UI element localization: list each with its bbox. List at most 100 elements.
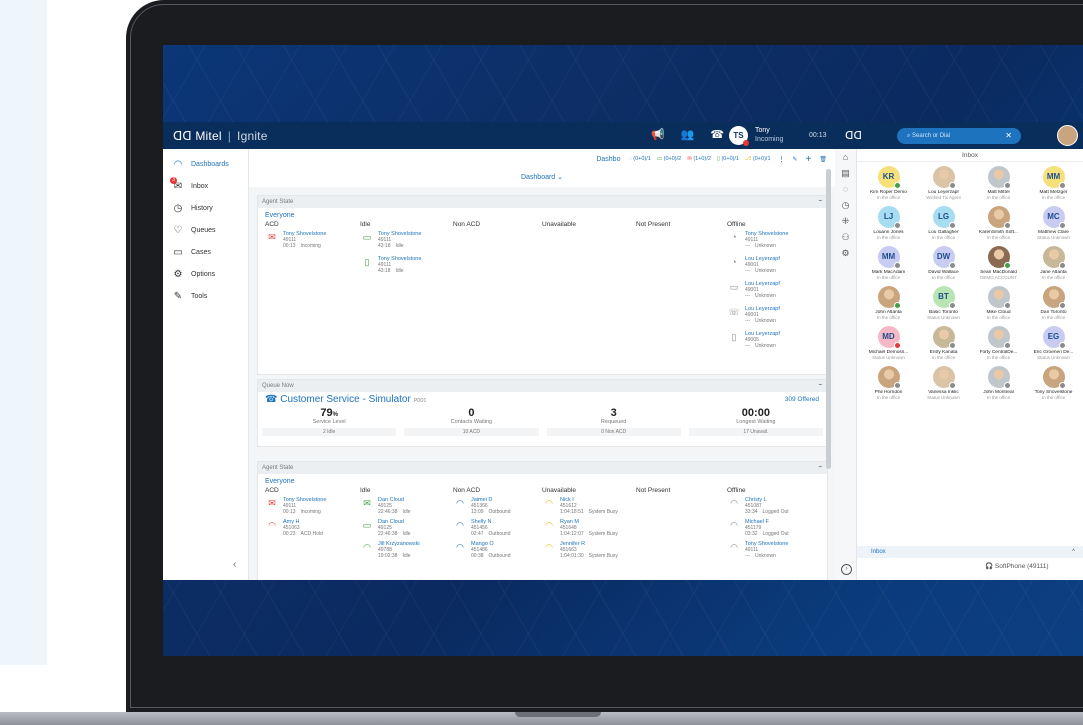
contact-card[interactable]: BT Basic Toronto Status Unknown [916,286,971,320]
agent-state: System Busy [588,509,618,515]
agent-card[interactable]: ◠ Mango O 451486 00:38 Outbound [453,541,510,559]
collapse-sidebar-icon[interactable]: ‹ [233,559,236,570]
agent-card[interactable]: ▭ Lou Leyerzapf 49001 --- Unknown [727,281,780,299]
contact-card[interactable]: LG Lou Gallagher In the office [916,206,971,240]
contact-avatar [932,366,956,389]
contacts-icon[interactable]: 👥 [681,128,695,141]
settings-icon[interactable]: ⚙ [835,245,856,261]
contact-card[interactable]: MD Michael Demoss... Status Unknown [861,326,916,360]
sidebar-item-label: History [191,204,213,212]
contact-card[interactable]: DW David Wallace In the office [916,246,971,280]
queue-counter[interactable]: ✉ (1+0)/2 [687,156,711,162]
agent-card[interactable]: ▯ Tony Shovelstone 49111 43:18 Idle [360,256,422,274]
minimize-icon[interactable]: – [819,379,822,391]
sidebar-item-history[interactable]: ◷ History [163,197,248,219]
inbox-footer[interactable]: Inbox ^ [857,546,1083,558]
contact-card[interactable]: MC Matthew Clare Status Unknown [1026,206,1081,240]
agent-card[interactable]: ◠ Tony Shovelstone 49111 --- Unknown [727,541,788,559]
queue-title[interactable]: ☎ Customer Service - Simulator P001 [258,392,827,405]
minimize-icon[interactable]: – [819,195,822,207]
contact-card[interactable]: Forty CentralDe... In the office [971,326,1026,360]
contact-card[interactable]: John Montreal In the office [971,366,1026,400]
dashboard-selector[interactable]: Dashboard ⌄ [249,169,835,187]
add-icon[interactable]: + [806,154,812,165]
agent-card[interactable]: ◠ Nick I 451612 1:04:18:51 System Busy [542,497,618,515]
megaphone-icon[interactable]: 📢 [651,128,665,141]
queue-counter[interactable]: ▭ (0+0)/2 [657,156,681,162]
agent-card[interactable]: ◠ Christy L 451087 33:34 Logged Out [727,497,789,515]
document-icon[interactable]: ▤ [835,165,856,181]
top-bar-icons: 📢 👥 ☎ [651,128,724,141]
agent-card[interactable]: ◠ Jill Krzyzanowski 49788 19:02:38 Idle [360,541,420,559]
agent-status-icon: ◠ [456,520,464,530]
sidebar-item-dashboards[interactable]: ◠ Dashboards [163,153,248,175]
search-input[interactable]: ⌕ Search or Dial ✕ [897,128,1021,144]
agent-card[interactable]: ✉ Tony Shovelstone 49111 00:13 Incoming [265,231,326,249]
contact-card[interactable]: Sean MacDonald DEMO ACCOUNT [971,246,1026,280]
queue-counter[interactable]: ◌ (0+0)/1 [628,156,650,162]
expand-icon[interactable]: › [841,564,852,575]
contact-card[interactable]: Entry Kanata In the office [916,326,971,360]
minimize-icon[interactable]: – [819,461,822,473]
history-icon[interactable]: ◷ [835,197,856,213]
agent-info: Nick I 451612 1:04:18:51 System Busy [560,497,618,515]
user-avatar[interactable]: TS [729,126,749,146]
presence-dot [893,222,901,229]
chat-icon[interactable]: ◌ [835,181,856,197]
contact-card[interactable]: Jane Atlanta In the office [1026,246,1081,280]
contact-card[interactable]: EG Eric Groenen De... Status Unknown [1026,326,1081,360]
close-icon[interactable]: ✕ [1005,128,1012,144]
contact-avatar: KR [877,166,901,189]
agent-card[interactable]: ◠ Amy H 451063 00:23 ACD Hold [265,519,323,537]
agent-card[interactable]: ◠ Jennifer R 451663 1:04:01:30 System Busy [542,541,618,559]
agent-state: Logged Out [762,531,789,537]
dashboard-tab[interactable]: Dashbo [596,156,620,163]
agent-card[interactable]: ◔ Tony Shovelstone 49111 --- Unknown [727,231,788,249]
more-icon[interactable]: ⋮ [779,156,785,163]
sidebar-item-tools[interactable]: ✎ Tools [163,285,248,307]
queue-counter[interactable]: ⎇ (0+0)/1 [745,156,770,162]
contact-card[interactable]: Lou Leyerzapf Wicked Tix Agent [916,166,971,200]
profile-avatar[interactable] [1057,125,1078,146]
agent-card[interactable]: ▯ Lou Leyerzapf 49005 --- Unknown [727,331,780,349]
contact-card[interactable]: KarenSmith Soft... In the office [971,206,1026,240]
contact-card[interactable]: John Atlanta In the office [861,286,916,320]
contact-card[interactable]: Mike Cloud In the office [971,286,1026,320]
agent-card[interactable]: ✉ Tony Shovelstone 49111 00:13 Incoming [265,497,326,515]
agent-card[interactable]: ▭ Tony Shovelstone 49111 43:18 Idle [360,231,422,249]
scrollbar[interactable] [826,169,831,469]
queue-counter[interactable]: ▯ (0+0)/1 [717,156,739,162]
column-header: Idle [360,221,371,228]
network-icon[interactable]: ⁜ [835,213,856,229]
agent-card[interactable]: ◠ Jaimei D 451366 13:09 Outbound [453,497,510,515]
contact-card[interactable]: Tony Shovelstone In the office [1026,366,1081,400]
sidebar-item-queues[interactable]: ♡ Queues [163,219,248,241]
sidebar-item-options[interactable]: ⚙ Options [163,263,248,285]
agent-state-panel-1: Agent State – Everyone ACD Idle Non ACD Unav… [257,195,828,375]
agent-card[interactable]: ◔ Lou Leyerzapf 49001 --- Unknown [727,256,780,274]
home-icon[interactable]: ⌂ [835,149,856,165]
agent-card[interactable]: ✉ Dan Cloud 49125 22:46:38 Idle [360,497,410,515]
contact-card[interactable]: LJ Louann Jones In the office [861,206,916,240]
phone-icon[interactable]: ☎ [710,128,724,141]
contact-card[interactable]: Dan Toronto In the office [1026,286,1081,320]
agent-card[interactable]: ☏ Lou Leyerzapf 49001 --- Unknown [727,306,780,324]
contact-card[interactable]: KR Kim Roper Demo In the office [861,166,916,200]
contact-card[interactable]: MM Matt Metzger In the office [1026,166,1081,200]
agent-card[interactable]: ◠ Shelly N 451456 02:47 Outbound [453,519,510,537]
contact-card[interactable]: Matt Mittel In the office [971,166,1026,200]
state-columns: ACD Idle Non ACD Unavailable Not Present Offl… [258,487,827,494]
hierarchy-icon[interactable]: ⚇ [835,229,856,245]
contact-card[interactable]: Vanessa Inklic Status Unknown [916,366,971,400]
agent-card[interactable]: ◠ Michael F 451179 03:32 Logged Out [727,519,789,537]
contact-card[interactable]: MM Mark MacAdam In the office [861,246,916,280]
agent-card[interactable]: ▭ Dan Cloud 49125 22:46:38 Idle [360,519,411,537]
agent-card[interactable]: ◠ Ryan M 451648 1:04:12:07 System Busy [542,519,618,537]
edit-icon[interactable]: ✎ [793,156,798,163]
sidebar-item-inbox[interactable]: ✉ 3 Inbox [163,175,248,197]
delete-icon[interactable]: 🗑 [819,156,827,163]
softphone-status[interactable]: 🎧 SoftPhone (49111) [985,562,1049,570]
agent-time: --- [745,268,750,274]
sidebar-item-cases[interactable]: ▭ Cases [163,241,248,263]
contact-card[interactable]: Phil Horndon In the office [861,366,916,400]
